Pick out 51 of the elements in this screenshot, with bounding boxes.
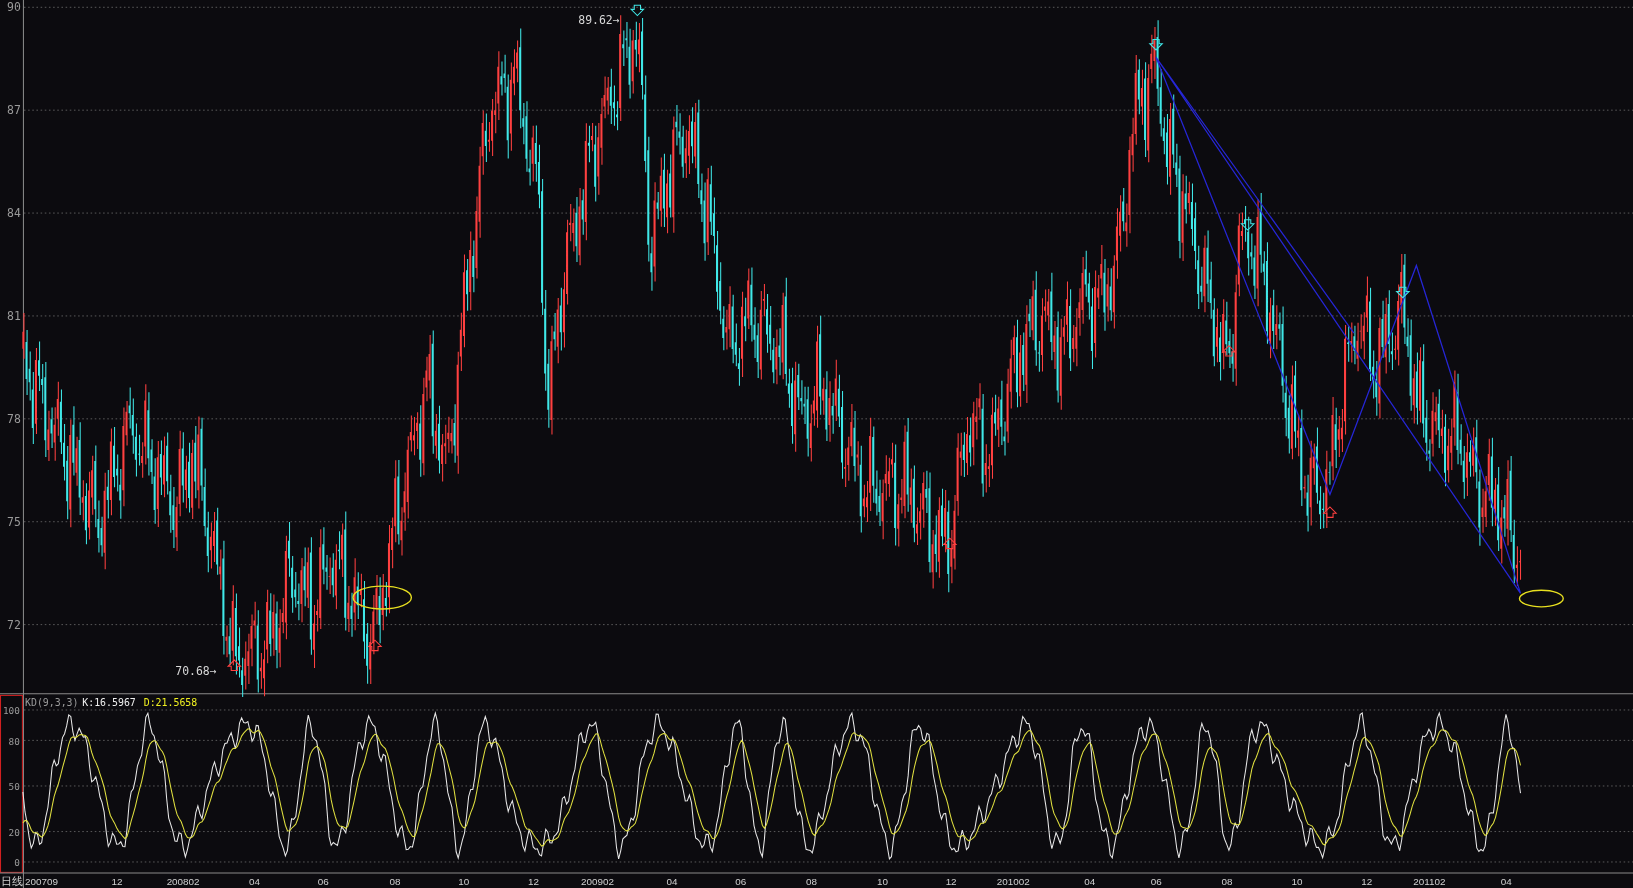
- up-arrow-icon: [367, 639, 383, 652]
- date-label: 04: [1500, 875, 1512, 887]
- price-tick-label: 81: [7, 309, 21, 324]
- up-arrow-icon: [1221, 344, 1237, 357]
- down-arrow-icon: [1148, 39, 1164, 51]
- date-label: 10: [1291, 875, 1303, 887]
- date-label: 10: [876, 875, 888, 887]
- date-label: 08: [806, 875, 818, 887]
- down-arrow-icon: [629, 4, 645, 17]
- date-label: 10: [458, 875, 470, 887]
- date-label: 12: [945, 875, 957, 887]
- price-tick-label: 87: [7, 103, 21, 118]
- indicator-name: KD(9,3,3): [25, 696, 79, 708]
- date-label: 12: [528, 875, 539, 887]
- price-tick-label: 90: [7, 0, 21, 15]
- period-label: 日线: [1, 873, 24, 888]
- date-label: 06: [1150, 875, 1162, 887]
- k-value: K:16.5967: [82, 696, 136, 708]
- date-label: 201102: [1413, 875, 1446, 887]
- date-label: 06: [735, 875, 747, 887]
- ellipse-marker: [1518, 589, 1564, 608]
- down-arrow-icon: [1395, 286, 1411, 299]
- date-label: 12: [111, 875, 123, 887]
- date-label: 12: [1361, 875, 1373, 887]
- date-label: 200802: [166, 875, 200, 887]
- price-label: 89.62→: [578, 12, 620, 27]
- date-label: 08: [1221, 875, 1233, 887]
- indicator-tick-label: 50: [8, 781, 20, 793]
- indicator-tick-label: 80: [8, 735, 20, 747]
- price-tick-label: 72: [7, 617, 21, 632]
- ellipse-marker: [352, 585, 413, 610]
- date-label: 04: [1084, 875, 1096, 887]
- up-arrow-icon: [1322, 506, 1338, 518]
- price-tick-label: 78: [7, 412, 21, 426]
- d-value: D:21.5658: [143, 696, 198, 708]
- date-label: 08: [389, 875, 401, 887]
- date-label: 06: [317, 875, 329, 887]
- down-arrow-icon: [1240, 219, 1256, 231]
- date-label: 200902: [581, 875, 615, 887]
- date-label: 200709: [25, 875, 58, 887]
- indicator-tick-label: 20: [8, 826, 20, 838]
- indicator-tick-label: 100: [2, 705, 20, 717]
- date-label: 04: [666, 875, 678, 887]
- up-arrow-icon: [226, 659, 242, 671]
- up-arrow-icon: [942, 537, 958, 550]
- price-tick-label: 84: [7, 206, 21, 221]
- date-label: 04: [248, 875, 260, 887]
- price-label: 70.68→: [175, 663, 217, 678]
- price-tick-label: 75: [7, 514, 21, 529]
- date-label: 201002: [996, 875, 1030, 887]
- indicator-tick-label: 0: [14, 857, 20, 869]
